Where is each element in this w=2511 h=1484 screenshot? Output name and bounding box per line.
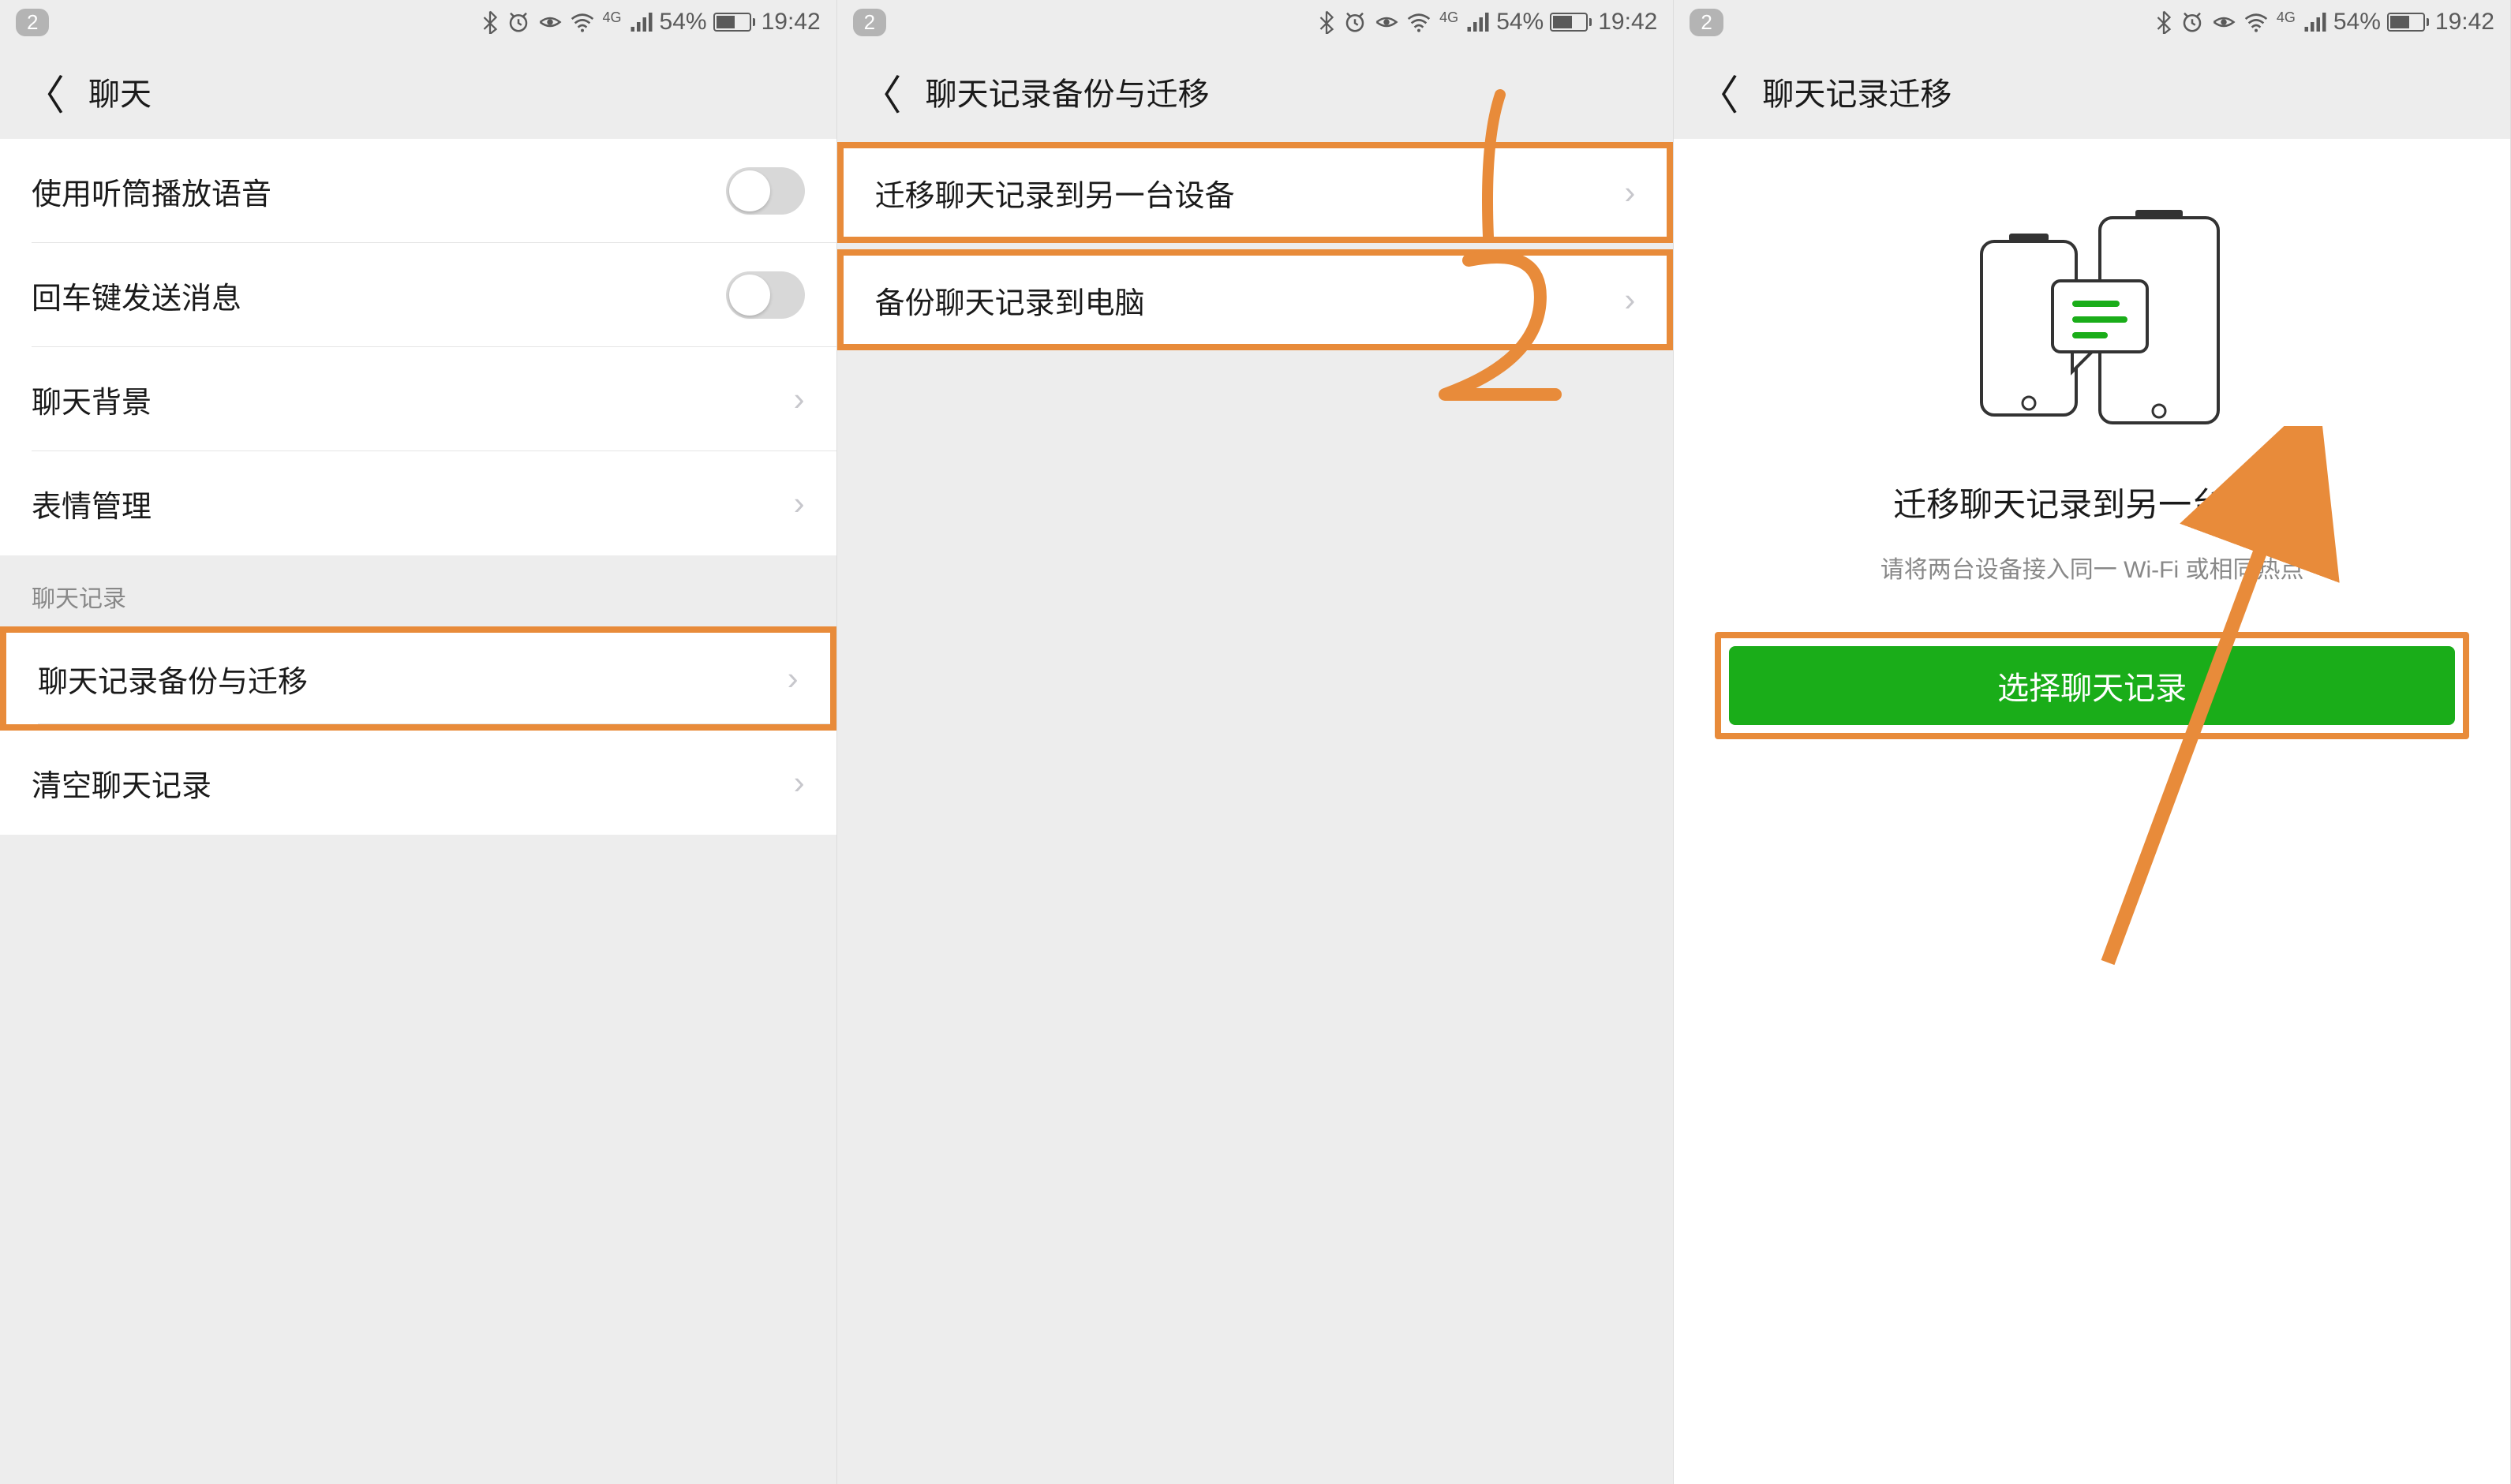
two-phones-illustration [1934,194,2250,431]
network-label: 4G [2277,9,2296,26]
chevron-right-icon: › [794,764,805,802]
row-label: 清空聊天记录 [32,761,211,805]
row-speaker-playback[interactable]: 使用听筒播放语音 [0,139,836,243]
transfer-subtitle: 请将两台设备接入同一 Wi-Fi 或相同热点 [1880,550,2304,585]
status-icons: 4G [481,10,653,34]
nav-bar: 〈 聊天记录备份与迁移 [837,44,1674,139]
migrate-content: 迁移聊天记录到另一台设备 请将两台设备接入同一 Wi-Fi 或相同热点 选择聊天… [1674,139,2510,1484]
row-label: 回车键发送消息 [32,274,241,317]
signal-icon [630,12,653,32]
battery-percent: 54% [660,9,707,36]
row-enter-send[interactable]: 回车键发送消息 [0,243,836,347]
screen-migrate: 2 4G 54% 19:42 〈 聊天记录迁移 [1674,0,2511,1484]
row-migrate-to-device[interactable]: 迁移聊天记录到另一台设备 › [837,142,1674,243]
section-header-chat-history: 聊天记录 [0,555,836,626]
row-label: 聊天记录备份与迁移 [38,657,308,701]
toggle-enter-send[interactable] [726,271,805,319]
bluetooth-icon [2155,10,2172,34]
back-button[interactable]: 〈 [861,62,902,121]
battery-percent: 54% [1496,9,1544,36]
button-label: 选择聊天记录 [1997,663,2187,708]
battery-icon [2387,13,2429,32]
chevron-right-icon: › [794,380,805,418]
battery-percent: 54% [2333,9,2381,36]
eye-icon [2212,10,2236,34]
notification-badge: 2 [16,9,49,36]
status-icons: 4G [1318,10,1490,34]
row-label: 表情管理 [32,482,152,525]
wifi-icon [1406,12,1431,32]
wifi-icon [2243,12,2269,32]
network-label: 4G [1439,9,1458,26]
alarm-icon [1343,10,1367,34]
row-label: 使用听筒播放语音 [32,170,271,213]
clock: 19:42 [2435,9,2494,36]
notification-badge: 2 [853,9,886,36]
eye-icon [1375,10,1398,34]
chevron-right-icon: › [788,660,799,697]
status-bar: 2 4G 54% 19:42 [837,0,1674,44]
row-backup-migrate[interactable]: 聊天记录备份与迁移 › [0,626,836,731]
screen-chat-settings: 2 4G 54% 19:42 〈 聊天 使用听筒播放语音 [0,0,837,1484]
row-label: 聊天背景 [32,378,152,421]
alarm-icon [2180,10,2204,34]
notification-badge: 2 [1690,9,1723,36]
alarm-icon [507,10,530,34]
clock: 19:42 [1598,9,1657,36]
row-emoji-management[interactable]: 表情管理 › [0,451,836,555]
wifi-icon [570,12,595,32]
nav-bar: 〈 聊天记录迁移 [1674,44,2510,139]
page-title: 聊天记录备份与迁移 [926,69,1210,114]
status-icons: 4G [2155,10,2327,34]
row-backup-to-pc[interactable]: 备份聊天记录到电脑 › [837,249,1674,350]
select-chat-history-button[interactable]: 选择聊天记录 [1729,646,2455,725]
page-title: 聊天记录迁移 [1762,69,1952,114]
chevron-right-icon: › [1624,281,1635,319]
clock: 19:42 [762,9,821,36]
row-clear-history[interactable]: 清空聊天记录 › [0,731,836,835]
row-label: 备份聊天记录到电脑 [875,278,1145,322]
page-title: 聊天 [88,69,152,114]
signal-icon [2303,12,2327,32]
nav-bar: 〈 聊天 [0,44,836,139]
row-label: 迁移聊天记录到另一台设备 [875,171,1235,215]
chevron-right-icon: › [794,484,805,522]
chevron-right-icon: › [1624,174,1635,211]
button-highlight-box: 选择聊天记录 [1715,632,2469,739]
back-button[interactable]: 〈 [24,62,65,121]
battery-icon [713,13,755,32]
signal-icon [1466,12,1490,32]
status-bar: 2 4G 54% 19:42 [1674,0,2510,44]
network-label: 4G [603,9,622,26]
back-button[interactable]: 〈 [1697,62,1738,121]
transfer-heading: 迁移聊天记录到另一台设备 [1893,478,2291,526]
screen-backup-migrate: 2 4G 54% 19:42 〈 聊天记录备份与迁移 迁移聊天记录到另一台设备 … [837,0,1675,1484]
bluetooth-icon [1318,10,1335,34]
row-chat-background[interactable]: 聊天背景 › [0,347,836,451]
bluetooth-icon [481,10,499,34]
battery-icon [1550,13,1592,32]
eye-icon [538,10,562,34]
toggle-speaker[interactable] [726,167,805,215]
status-bar: 2 4G 54% 19:42 [0,0,836,44]
